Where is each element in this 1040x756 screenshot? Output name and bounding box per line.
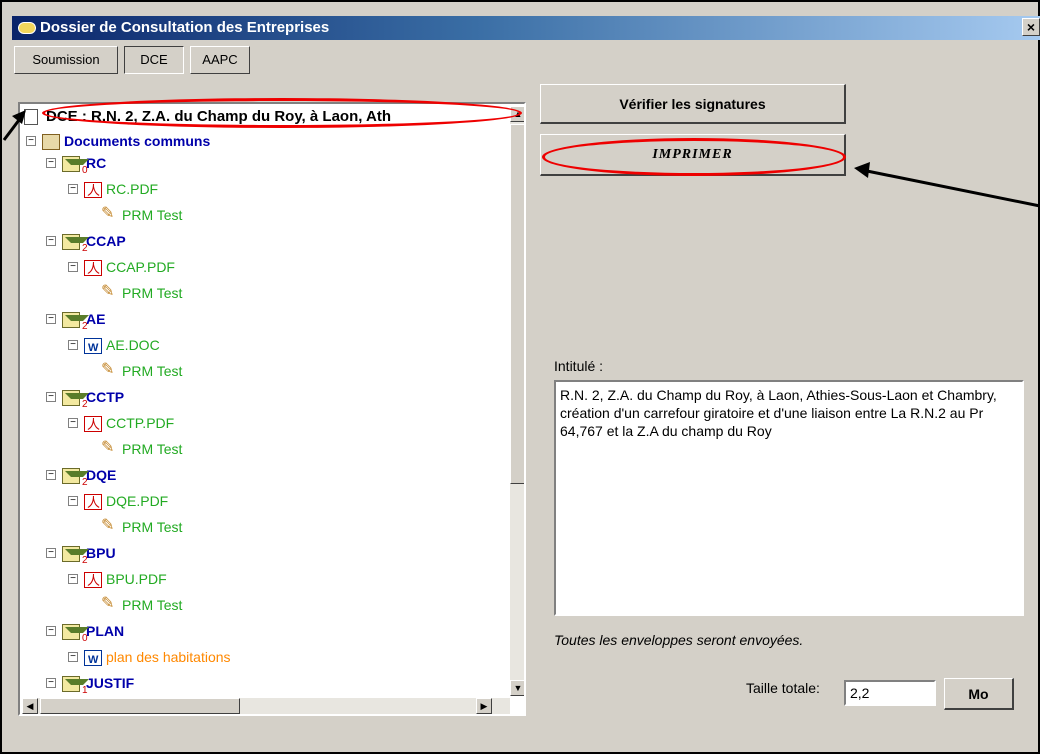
annotation-arrows bbox=[2, 110, 1040, 208]
arrow-line-print bbox=[861, 168, 1040, 208]
dce-window: Dossier de Consultation des Entreprises … bbox=[0, 0, 1040, 754]
arrow-head-print-icon bbox=[854, 162, 870, 178]
